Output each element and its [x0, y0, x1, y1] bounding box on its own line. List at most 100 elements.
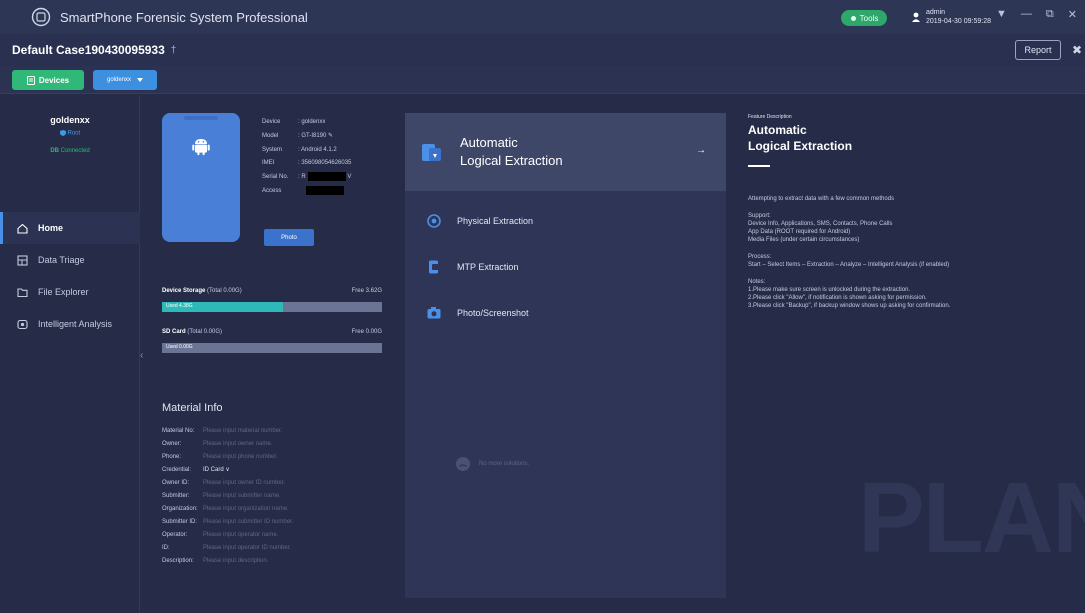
sidebar-item-home[interactable]: Home	[0, 212, 140, 244]
home-icon	[16, 222, 28, 234]
material-field-input[interactable]: Please input organization name.	[203, 506, 289, 512]
material-field-label: ID:	[162, 544, 170, 551]
material-row: Owner ID: Please input owner ID number.	[162, 476, 382, 489]
material-field-input[interactable]: Please input description.	[203, 558, 268, 564]
chevron-down-icon	[137, 78, 144, 82]
camera-icon	[427, 307, 441, 319]
storage-bar: Used 0.00G	[162, 343, 382, 353]
photo-screenshot-button[interactable]: Photo/Screenshot	[405, 290, 726, 336]
mtp-extraction-button[interactable]: MTP Extraction	[405, 244, 726, 290]
redaction-bar	[307, 172, 346, 182]
no-more-label: No more solutions.	[479, 461, 530, 467]
material-row: ID: Please input operator ID number.	[162, 541, 382, 554]
material-field-input[interactable]: Please input owner name.	[203, 441, 272, 447]
sidebar-item-label: File Explorer	[38, 287, 89, 297]
info-key: IMEI	[262, 160, 275, 167]
user-timestamp: 2019-04-30 09:59:28	[926, 18, 991, 25]
tools-icon	[850, 15, 856, 21]
android-icon	[192, 139, 210, 156]
material-field-label: Submitter:	[162, 492, 190, 499]
sidebar-item-file-explorer[interactable]: File Explorer	[0, 276, 140, 308]
case-title[interactable]: Default Case190430095933	[12, 43, 165, 57]
material-field-label: Description:	[162, 557, 194, 564]
close-icon[interactable]: ✕	[1068, 8, 1077, 21]
sidebar-item-intelligent-analysis[interactable]: Intelligent Analysis	[0, 308, 140, 340]
title-underline	[748, 165, 770, 167]
devices-icon	[26, 75, 35, 85]
description-title: Automatic Logical Extraction	[748, 122, 1068, 154]
minimize-icon[interactable]: —	[1021, 8, 1032, 21]
menu-dropdown-icon[interactable]: ▼	[996, 8, 1007, 21]
user-info[interactable]: admin 2019-04-30 09:59:28	[911, 8, 991, 26]
physical-extraction-button[interactable]: Physical Extraction	[405, 198, 726, 244]
device-selector[interactable]: goldenxx	[93, 70, 157, 90]
case-bar: Default Case190430095933 † Report ✖	[0, 34, 1085, 66]
material-row: Credential: ID Card ∨	[162, 463, 382, 476]
notes-section: Notes: 1.Please make sure screen is unlo…	[748, 278, 1068, 310]
connection-prefix: DB	[50, 148, 59, 154]
sidebar-item-label: Data Triage	[38, 255, 85, 265]
material-field-input[interactable]: Please input phone number.	[203, 454, 278, 460]
device-info-table: Device : goldenxx Model : GT-I8190 ✎ Sys…	[262, 116, 351, 199]
tools-label: Tools	[859, 13, 879, 23]
material-field-label: Owner:	[162, 440, 182, 447]
feature-description: Feature Description Automatic Logical Ex…	[748, 114, 1068, 310]
notes-line: 3.Please click "Backup", if backup windo…	[748, 303, 951, 309]
device-selector-value: goldenxx	[106, 77, 132, 83]
collapse-sidebar-icon[interactable]: ‹	[140, 350, 143, 361]
process-line: Start – Select Items – Extraction – Anal…	[748, 262, 950, 268]
description-title-line1: Automatic	[748, 123, 807, 137]
sd-card-storage: SD Card (Total 0.00G) Free 0.00G Used 0.…	[162, 329, 382, 353]
no-more-solutions: No more solutions.	[455, 456, 529, 472]
material-field-input[interactable]: Please input owner ID number.	[203, 480, 285, 486]
material-field-input[interactable]: Please input submitter name.	[203, 493, 281, 499]
material-field-label: Owner ID:	[162, 479, 190, 486]
storage-label: SD Card	[162, 329, 186, 335]
device-info-row: IMEI : 356098054626035	[262, 157, 351, 171]
restore-icon[interactable]: ⧉	[1046, 8, 1054, 21]
devices-button[interactable]: Devices	[12, 70, 84, 90]
info-value-model[interactable]: : GT-I8190 ✎	[298, 130, 333, 144]
info-key: Model	[262, 132, 279, 139]
serial-prefix: : R	[298, 174, 306, 181]
sidebar-item-label: Intelligent Analysis	[38, 319, 113, 329]
description-intro: Attempting to extract data with a few co…	[748, 196, 895, 202]
material-row: Submitter ID: Please input submitter ID n…	[162, 515, 382, 528]
material-field-label: Phone:	[162, 453, 182, 460]
method-label: Physical Extraction	[457, 216, 534, 226]
material-row: Phone: Please input phone number.	[162, 450, 382, 463]
devices-label: Devices	[38, 75, 70, 85]
info-value	[298, 185, 344, 199]
material-field-input[interactable]: Please input material number.	[203, 428, 282, 434]
notes-title: Notes:	[748, 279, 766, 285]
sidebar-item-data-triage[interactable]: Data Triage	[0, 244, 140, 276]
device-bar: Devices goldenxx	[0, 66, 1085, 94]
close-case-icon[interactable]: ✖	[1072, 43, 1082, 57]
material-field-label: Credential:	[162, 466, 192, 473]
arrow-right-icon: →	[696, 145, 706, 156]
triage-icon	[16, 254, 28, 266]
material-field-label: Submitter ID:	[162, 518, 198, 525]
photo-button[interactable]: Photo	[264, 229, 314, 246]
info-key: Access	[262, 187, 282, 194]
shield-icon	[59, 130, 66, 136]
logical-extraction-icon	[422, 144, 441, 161]
storage-total: (Total 0.00G)	[187, 329, 223, 335]
app-logo-icon	[30, 6, 52, 28]
root-status: Root	[0, 130, 140, 137]
info-key: Serial No.	[262, 174, 289, 181]
user-name: admin	[926, 9, 946, 16]
material-field-input[interactable]: Please input submitter ID number.	[203, 519, 293, 525]
watermark: PLAN	[858, 462, 1085, 574]
material-field-input[interactable]: Please input operator ID number.	[203, 545, 291, 551]
material-field-input[interactable]: ID Card ∨	[203, 466, 230, 473]
material-row: Description: Please input description.	[162, 554, 382, 567]
sidebar-device-name: goldenxx	[50, 115, 90, 125]
tools-button[interactable]: Tools	[841, 10, 887, 26]
method-title-line1: Automatic	[460, 135, 518, 150]
material-field-input[interactable]: Please input operator name.	[203, 532, 278, 538]
support-line: Device Info, Applications, SMS, Contacts…	[748, 221, 893, 227]
report-button[interactable]: Report	[1015, 40, 1061, 60]
storage-free: Free 3.62G	[351, 288, 382, 294]
automatic-logical-extraction-button[interactable]: Automatic Logical Extraction →	[405, 113, 726, 191]
